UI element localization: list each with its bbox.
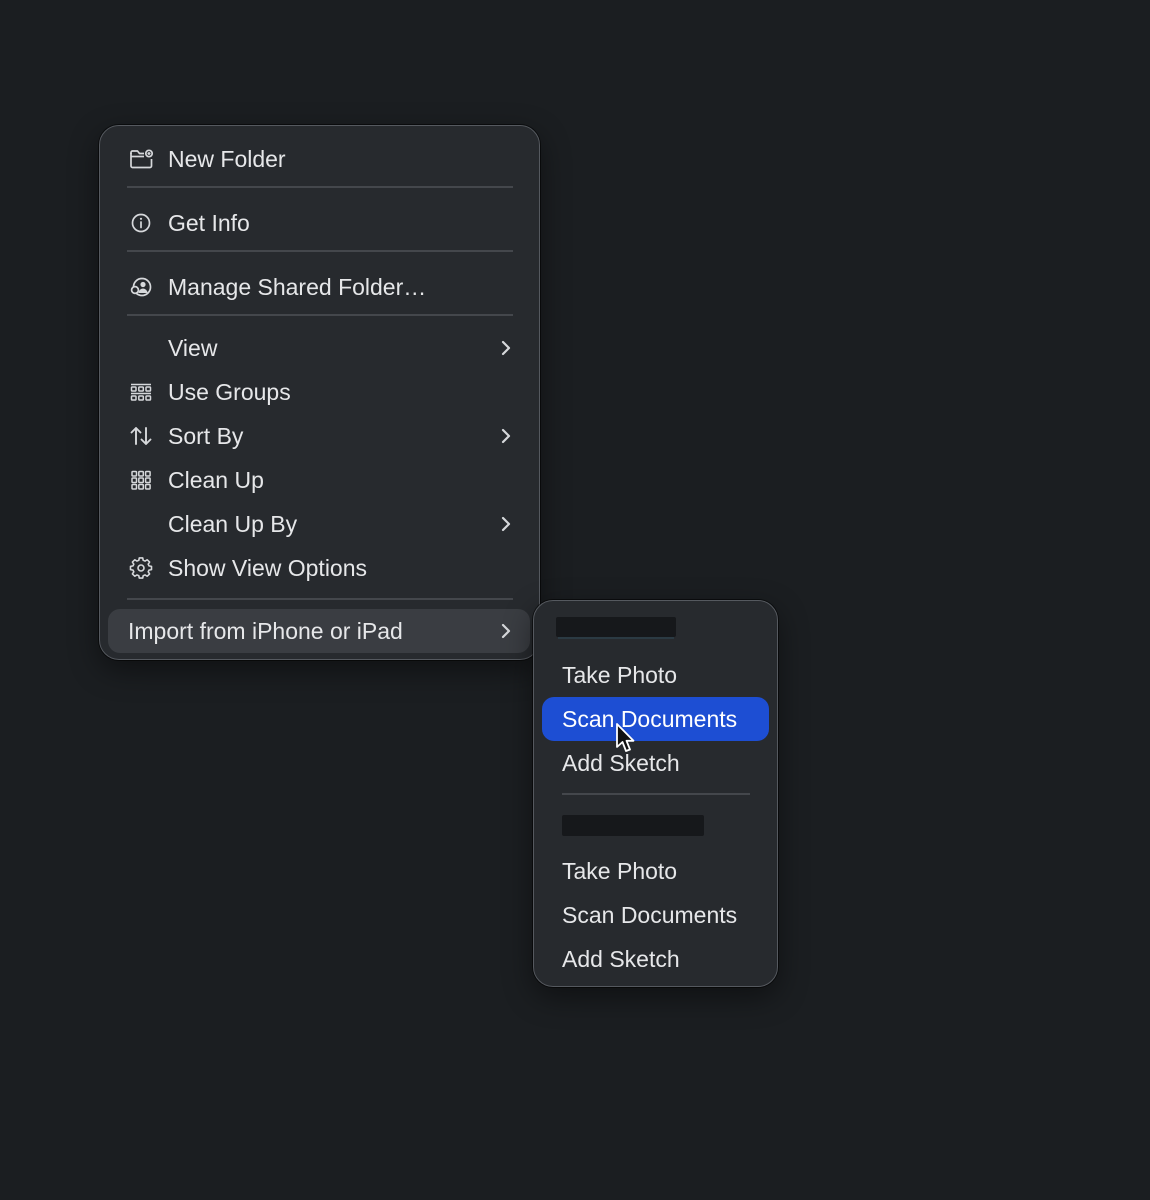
menu-item-label: Show View Options [168,555,368,581]
menu-item-show-view-options[interactable]: Show View Options [100,546,539,590]
sort-icon [129,425,153,447]
submenu-item-take-photo[interactable]: Take Photo [534,653,777,697]
redacted-device-name [556,617,676,637]
submenu-item-add-sketch[interactable]: Add Sketch [534,937,777,981]
menu-item-use-groups[interactable]: Use Groups [100,370,539,414]
menu-item-get-info[interactable]: Get Info [100,201,539,245]
menu-item-label: Import from iPhone or iPad [128,618,403,644]
chevron-right-icon [499,425,513,447]
menu-item-sort-by[interactable]: Sort By [100,414,539,458]
info-icon [129,212,153,234]
submenu-item-label: Scan Documents [562,706,738,732]
menu-item-clean-up[interactable]: Clean Up [100,458,539,502]
context-menu: New Folder Get Info Manage Shared Folder… [99,125,540,660]
menu-item-import-from-iphone-or-ipad[interactable]: Import from iPhone or iPad [100,609,539,653]
menu-item-label: New Folder [168,146,286,172]
menu-item-view[interactable]: View [100,326,539,370]
new-folder-icon [129,148,154,170]
redacted-device-name [562,815,704,836]
menu-item-label: Get Info [168,210,250,236]
chevron-right-icon [499,513,513,535]
submenu-item-label: Take Photo [562,858,678,884]
menu-separator [127,598,513,600]
chevron-right-icon [499,620,513,642]
use-groups-icon [129,381,153,403]
grid-icon [129,469,153,491]
import-submenu: Take Photo Scan Documents Add Sketch Tak… [533,600,778,987]
menu-separator [127,186,513,188]
submenu-item-label: Add Sketch [562,946,680,972]
submenu-item-scan-documents[interactable]: Scan Documents [542,697,769,741]
menu-separator [562,793,750,795]
menu-item-label: View [168,335,218,361]
submenu-item-label: Scan Documents [562,902,738,928]
chevron-right-icon [499,337,513,359]
menu-separator [127,314,513,316]
shared-folder-icon [129,276,153,298]
menu-item-clean-up-by[interactable]: Clean Up By [100,502,539,546]
menu-item-label: Clean Up [168,467,264,493]
submenu-item-add-sketch[interactable]: Add Sketch [534,741,777,785]
menu-item-manage-shared-folder[interactable]: Manage Shared Folder… [100,265,539,309]
menu-item-label: Clean Up By [168,511,298,537]
menu-item-label: Sort By [168,423,244,449]
submenu-item-label: Take Photo [562,662,678,688]
gear-icon [129,557,153,579]
mouse-pointer-icon [615,723,635,755]
menu-separator [127,250,513,252]
submenu-item-take-photo[interactable]: Take Photo [534,849,777,893]
menu-item-label: Manage Shared Folder… [168,274,427,300]
submenu-item-scan-documents[interactable]: Scan Documents [534,893,777,937]
menu-item-new-folder[interactable]: New Folder [100,137,539,181]
menu-item-label: Use Groups [168,379,291,405]
